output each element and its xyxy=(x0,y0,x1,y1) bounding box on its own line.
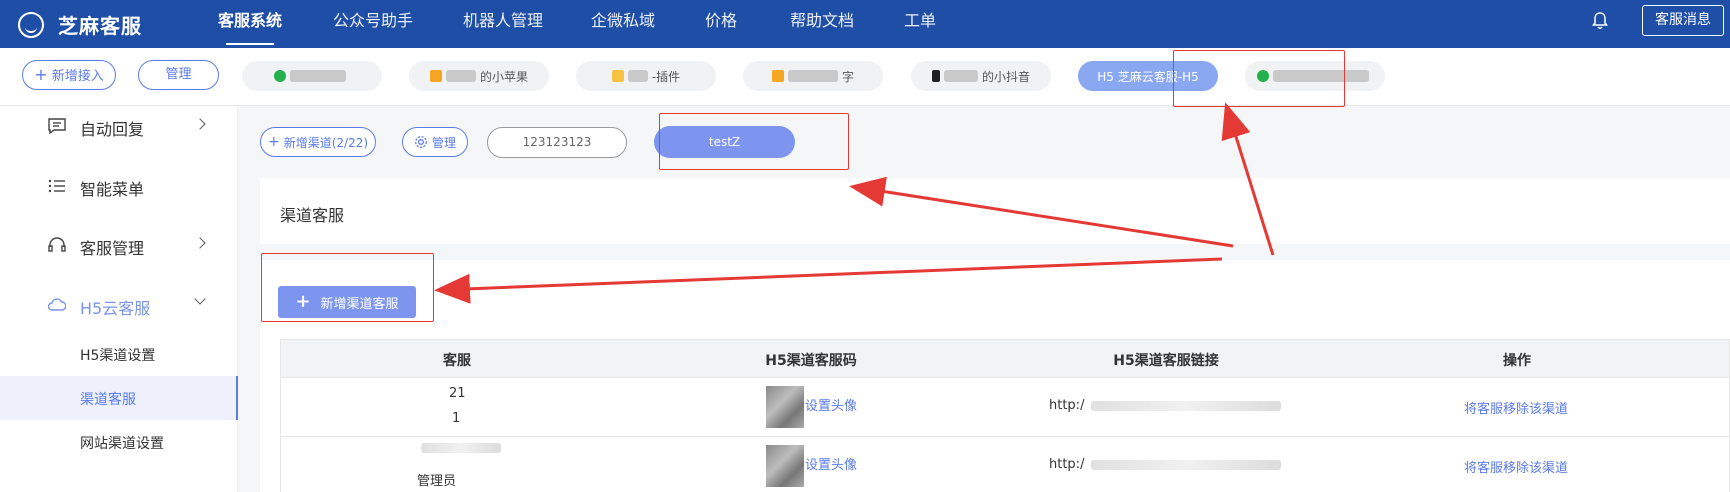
annotation-arrow-to-add-agent xyxy=(434,257,1223,304)
annotation-arrow-to-subchannel xyxy=(849,176,1234,248)
app-root: 芝麻客服 客服系统 公众号助手 机器人管理 企微私域 价格 帮助文档 工单 客服… xyxy=(0,0,1730,492)
annotation-arrows xyxy=(434,102,1275,304)
annotation-arrow-to-h5-tab xyxy=(1221,102,1275,256)
